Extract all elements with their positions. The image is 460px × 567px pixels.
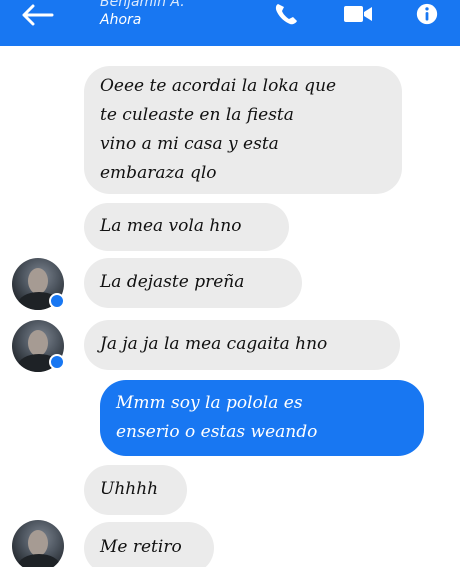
message-text: La mea vola hno <box>100 216 242 236</box>
info-icon[interactable] <box>414 2 440 26</box>
message-line: Mmm soy la polola es <box>116 393 303 413</box>
message-bubble-incoming: Oeee te acordai la loka que te culeaste … <box>84 66 402 194</box>
message-text: Ja ja ja la mea cagaita hno <box>100 334 328 354</box>
back-arrow-icon[interactable] <box>20 4 54 26</box>
message-line: Oeee te acordai la loka que <box>100 76 337 96</box>
message-text: Me retiro <box>100 537 182 557</box>
message-line: enserio o estas weando <box>116 422 318 442</box>
message-line: embaraza qlo <box>100 163 217 183</box>
message-bubble-incoming: La dejaste preña <box>84 258 302 308</box>
message-bubble-incoming: La mea vola hno <box>84 203 289 251</box>
message-line: te culeaste en la fiesta <box>100 105 294 125</box>
message-bubble-incoming: Me retiro <box>84 522 214 567</box>
video-camera-icon[interactable] <box>342 2 374 26</box>
message-bubble-incoming: Ja ja ja la mea cagaita hno <box>84 320 400 370</box>
message-bubble-incoming: Uhhhh <box>84 465 187 515</box>
message-text: La dejaste preña <box>100 272 245 292</box>
chat-header: Benjamin A. Ahora <box>0 0 460 46</box>
active-status: Ahora <box>100 12 142 28</box>
contact-name[interactable]: Benjamin A. <box>100 0 185 10</box>
message-text: Uhhhh <box>100 479 159 499</box>
messenger-badge-icon <box>49 354 65 370</box>
messenger-badge-icon <box>49 293 65 309</box>
message-line: vino a mi casa y esta <box>100 134 279 154</box>
contact-avatar[interactable] <box>12 520 64 567</box>
phone-icon[interactable] <box>273 2 301 26</box>
message-bubble-outgoing: Mmm soy la polola es enserio o estas wea… <box>100 380 424 456</box>
